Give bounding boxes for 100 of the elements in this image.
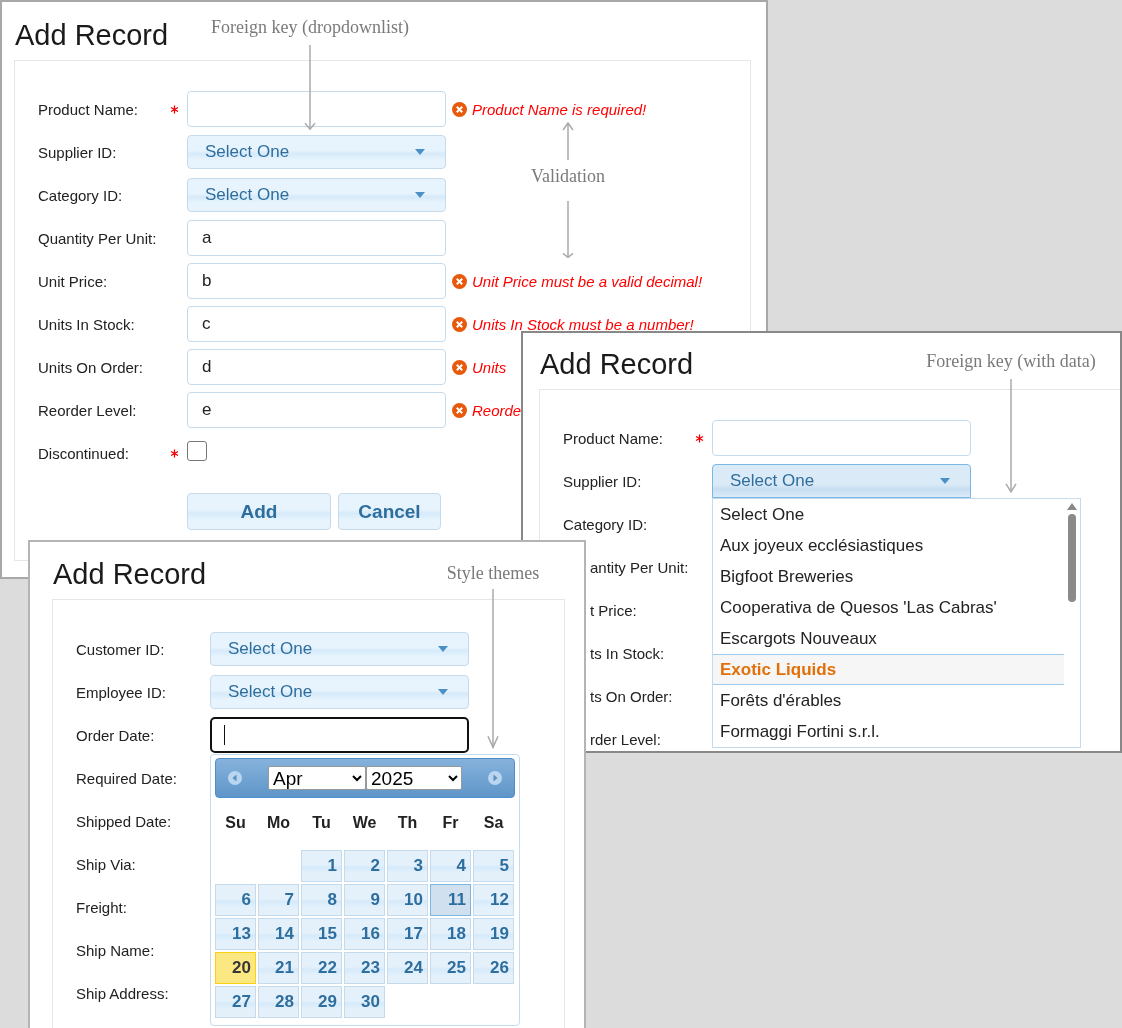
field-label: Supplier ID: bbox=[563, 472, 643, 490]
field-label: Category ID: bbox=[38, 186, 124, 204]
dropdown[interactable]: Select One bbox=[210, 675, 469, 709]
field-label: antity Per Unit: bbox=[589, 558, 690, 576]
weekday-label: Sa bbox=[482, 814, 505, 832]
dropdown-option[interactable]: Cooperativa de Quesos 'Las Cabras' bbox=[713, 592, 1064, 623]
error-message: Product Name is required! bbox=[472, 100, 647, 118]
checkbox[interactable] bbox=[187, 441, 207, 461]
annotation-text: Foreign key (dropdownlist) bbox=[211, 17, 409, 37]
field-label: t Price: bbox=[589, 601, 638, 619]
field-label: ts On Order: bbox=[589, 687, 674, 705]
text-field[interactable]: e bbox=[187, 392, 446, 428]
field-label: ts In Stock: bbox=[589, 644, 666, 662]
annotation-text: Validation bbox=[531, 166, 605, 186]
scrollbar-thumb[interactable] bbox=[1068, 514, 1076, 602]
weekday-label: Su bbox=[224, 814, 247, 832]
next-month-icon[interactable] bbox=[487, 770, 503, 786]
text-field[interactable]: a bbox=[187, 220, 446, 256]
error-message: Reorde bbox=[472, 401, 522, 419]
weekday-label: Mo bbox=[265, 814, 292, 832]
field-label: Quantity Per Unit: bbox=[38, 229, 158, 247]
field-label: Employee ID: bbox=[76, 683, 168, 701]
calendar-day[interactable]: 2 bbox=[344, 850, 385, 882]
required-icon bbox=[170, 448, 179, 458]
weekday-label: Th bbox=[396, 814, 419, 832]
calendar-day[interactable]: 21 bbox=[258, 952, 299, 984]
dropdown-option[interactable]: Formaggi Fortini s.r.l. bbox=[713, 716, 1064, 747]
calendar-day[interactable]: 29 bbox=[301, 986, 342, 1018]
up-arrow bbox=[562, 122, 574, 160]
month-select[interactable]: Apr bbox=[268, 766, 366, 790]
scrollbar[interactable] bbox=[1066, 503, 1078, 602]
weekday-label: We bbox=[351, 814, 378, 832]
calendar-day[interactable]: 28 bbox=[258, 986, 299, 1018]
calendar-day[interactable]: 8 bbox=[301, 884, 342, 916]
calendar-day[interactable]: 16 bbox=[344, 918, 385, 950]
calendar-day[interactable]: 18 bbox=[430, 918, 471, 950]
calendar-day[interactable]: 14 bbox=[258, 918, 299, 950]
calendar-day[interactable]: 4 bbox=[430, 850, 471, 882]
calendar-day[interactable]: 15 bbox=[301, 918, 342, 950]
error-icon bbox=[452, 316, 467, 332]
year-select[interactable]: 2025 bbox=[366, 766, 462, 790]
caret-icon bbox=[438, 646, 448, 652]
calendar-day[interactable]: 1 bbox=[301, 850, 342, 882]
calendar-day[interactable]: 10 bbox=[387, 884, 428, 916]
window-title: Add Record bbox=[540, 347, 694, 381]
error-icon bbox=[452, 101, 467, 117]
date-field[interactable] bbox=[210, 717, 469, 753]
calendar-day[interactable]: 6 bbox=[215, 884, 256, 916]
field-label: Product Name: bbox=[563, 429, 665, 447]
field-label: Order Date: bbox=[76, 726, 156, 744]
calendar-day[interactable]: 24 bbox=[387, 952, 428, 984]
caret-icon bbox=[438, 689, 448, 695]
dropdown-option[interactable]: Select One bbox=[713, 499, 1064, 530]
field-label: Units In Stock: bbox=[38, 315, 136, 333]
dropdown-option[interactable]: Bigfoot Breweries bbox=[713, 561, 1064, 592]
calendar-day[interactable]: 9 bbox=[344, 884, 385, 916]
annotation-text: Foreign key (with data) bbox=[926, 351, 1096, 371]
text-field[interactable]: d bbox=[187, 349, 446, 385]
scroll-up-icon[interactable] bbox=[1067, 503, 1077, 510]
calendar-day[interactable]: 26 bbox=[473, 952, 514, 984]
calendar-day[interactable]: 11 bbox=[430, 884, 471, 916]
calendar-day[interactable]: 12 bbox=[473, 884, 514, 916]
calendar-day[interactable]: 27 bbox=[215, 986, 256, 1018]
calendar-day[interactable]: 7 bbox=[258, 884, 299, 916]
form-button[interactable]: Cancel bbox=[338, 493, 441, 530]
field-label: Supplier ID: bbox=[38, 143, 118, 161]
dropdown[interactable]: Select One bbox=[712, 464, 971, 498]
dropdown-option[interactable]: Exotic Liquids bbox=[713, 654, 1064, 685]
calendar-day[interactable]: 22 bbox=[301, 952, 342, 984]
weekday-label: Fr bbox=[441, 814, 460, 832]
dropdown-option[interactable]: Aux joyeux ecclésiastiques bbox=[713, 530, 1064, 561]
field-label: Category ID: bbox=[563, 515, 649, 533]
dropdown[interactable]: Select One bbox=[187, 178, 446, 212]
window-title: Add Record bbox=[53, 557, 207, 591]
calendar-day[interactable]: 23 bbox=[344, 952, 385, 984]
calendar-day[interactable]: 17 bbox=[387, 918, 428, 950]
dropdown-option[interactable]: Escargots Nouveaux bbox=[713, 623, 1064, 654]
text-field[interactable] bbox=[712, 420, 971, 456]
calendar-day[interactable]: 19 bbox=[473, 918, 514, 950]
previous-month-icon[interactable] bbox=[227, 770, 243, 786]
dropdown[interactable]: Select One bbox=[187, 135, 446, 169]
calendar-day[interactable]: 25 bbox=[430, 952, 471, 984]
text-field[interactable]: c bbox=[187, 306, 446, 342]
caret-icon bbox=[415, 192, 425, 198]
required-icon bbox=[695, 433, 704, 443]
calendar-day[interactable]: 5 bbox=[473, 850, 514, 882]
dropdown[interactable]: Select One bbox=[210, 632, 469, 666]
dropdown-option[interactable]: Forêts d'érables bbox=[713, 685, 1064, 716]
window-title: Add Record bbox=[15, 18, 169, 52]
text-field[interactable]: b bbox=[187, 263, 446, 299]
calendar-day[interactable]: 30 bbox=[344, 986, 385, 1018]
calendar-day[interactable]: 3 bbox=[387, 850, 428, 882]
field-label: Ship Name: bbox=[76, 941, 156, 959]
calendar-day[interactable]: 13 bbox=[215, 918, 256, 950]
caret-icon bbox=[940, 478, 950, 484]
error-message: Units In Stock must be a number! bbox=[472, 315, 694, 333]
form-button[interactable]: Add bbox=[187, 493, 331, 530]
calendar-day[interactable]: 20 bbox=[215, 952, 256, 984]
text-field[interactable] bbox=[187, 91, 446, 127]
field-label: Ship Address: bbox=[76, 984, 170, 1002]
